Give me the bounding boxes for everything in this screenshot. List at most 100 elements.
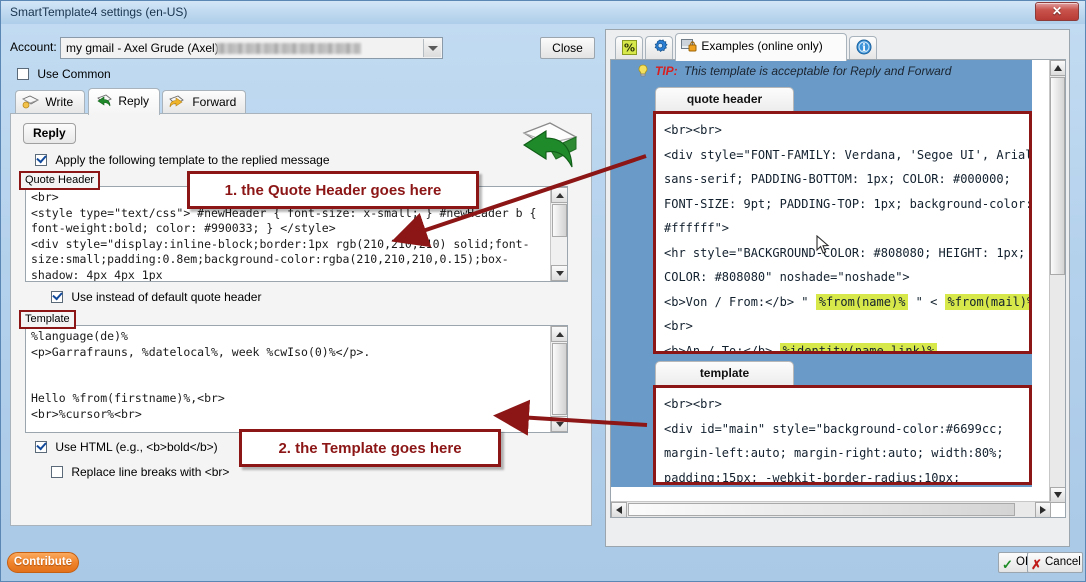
info-icon: i <box>856 39 872 55</box>
tab-reply-label: Reply <box>118 94 150 108</box>
replace-breaks-label: Replace line breaks with <br> <box>71 465 230 479</box>
tab-examples[interactable]: Examples (online only) <box>675 33 847 61</box>
apply-template-checkbox[interactable] <box>35 154 47 166</box>
preview-content: TIP: This template is acceptable for Rep… <box>611 60 1032 487</box>
code-line: FONT-SIZE: 9pt; PADDING-TOP: 1px; backgr… <box>664 196 1032 211</box>
account-dropdown[interactable]: my gmail - Axel Grude (Axel) <box>60 37 443 59</box>
template-code: %language(de)% <p>Garrafrauns, %dateloca… <box>31 329 371 421</box>
write-envelope-icon <box>22 94 39 109</box>
percent-variables-icon: % <box>622 40 637 55</box>
apply-template-checkbox-row[interactable]: Apply the following template to the repl… <box>35 153 330 167</box>
quote-header-field-tag: Quote Header <box>19 171 101 190</box>
tab-info[interactable]: i <box>849 36 877 60</box>
tip-label: TIP: <box>655 64 678 78</box>
check-icon: ✓ <box>1002 557 1013 572</box>
code-line: <div id="main" style="background-color:#… <box>664 421 1004 436</box>
scroll-down-icon[interactable] <box>551 265 567 281</box>
code-line: <div style="FONT-FAMILY: Verdana, 'Segoe… <box>664 147 1032 162</box>
scroll-up-icon[interactable] <box>551 187 567 203</box>
callout-quote-header: 1. the Quote Header goes here <box>187 171 479 209</box>
scroll-left-icon[interactable] <box>611 502 627 517</box>
window-close-button[interactable]: ✕ <box>1035 2 1079 21</box>
scrollbar-thumb[interactable] <box>552 343 567 415</box>
tab-variables[interactable]: % <box>615 36 643 60</box>
svg-text:%: % <box>624 42 635 55</box>
blue-gear-icon <box>652 39 668 55</box>
scrollbar-thumb[interactable] <box>1050 77 1065 275</box>
tab-examples-label: Examples (online only) <box>701 39 823 53</box>
scroll-down-icon[interactable] <box>551 416 567 432</box>
code-line: margin-left:auto; margin-right:auto; wid… <box>664 446 1004 460</box>
code-line: <b>Von / From:</b> " %from(name)% " < %f… <box>664 290 1029 315</box>
chevron-down-icon[interactable] <box>423 39 441 57</box>
tab-write-label: Write <box>45 95 74 109</box>
dialog-button-bar: Contribute ✓ OK ✗ Cancel <box>1 548 1085 581</box>
use-instead-checkbox[interactable] <box>51 291 63 303</box>
template-variable-token: %from(mail)% <box>944 293 1029 310</box>
scrollbar-thumb[interactable] <box>552 204 567 237</box>
preview-horizontal-scrollbar[interactable] <box>611 501 1051 517</box>
tip-row: TIP: This template is acceptable for Rep… <box>637 64 1032 80</box>
close-icon: ✕ <box>1051 4 1063 18</box>
mouse-cursor <box>816 234 830 258</box>
redacted-email-region <box>216 43 361 54</box>
forward-arrow-icon <box>169 94 186 108</box>
scroll-up-icon[interactable] <box>1050 60 1065 76</box>
code-line: <b>An / To:</b> %identity(name.link)% <box>664 339 1025 351</box>
use-common-checkbox-row[interactable]: Use Common <box>17 67 111 81</box>
code-line: <hr style="BACKGROUND-COLOR: #808080; HE… <box>664 245 1026 260</box>
window-title: SmartTemplate4 settings (en-US) <box>10 5 188 19</box>
replace-breaks-checkbox-row[interactable]: Replace line breaks with <br> <box>51 465 229 479</box>
lightbulb-icon <box>637 64 649 78</box>
scroll-down-icon[interactable] <box>1050 487 1065 503</box>
preview-template-label: template <box>655 361 794 385</box>
preview-panel: % Examples (online only) i TIP: This tem… <box>605 29 1070 547</box>
preview-template-lines: <br><br> <div id="main" style="background… <box>664 392 1025 485</box>
template-field-tag: Template <box>19 310 76 329</box>
code-line: sans-serif; PADDING-BOTTOM: 1px; COLOR: … <box>664 172 1011 186</box>
close-button[interactable]: Close <box>540 37 595 59</box>
code-line: padding:15px; -webkit-border-radius:10px… <box>664 470 961 485</box>
preview-tab-strip: % Examples (online only) i <box>609 33 1067 61</box>
template-variable-token: %from(name)% <box>815 293 909 310</box>
scrollbar-thumb[interactable] <box>628 503 1015 516</box>
code-line: #ffffff"> <box>664 221 730 235</box>
tab-strip: Write Reply Forward <box>10 88 592 115</box>
use-instead-label: Use instead of default quote header <box>71 290 262 304</box>
reply-section-chip[interactable]: Reply <box>23 123 76 144</box>
use-html-checkbox[interactable] <box>35 441 47 453</box>
tab-write[interactable]: Write <box>15 90 85 114</box>
preview-vertical-scrollbar[interactable] <box>1049 60 1065 503</box>
use-common-label: Use Common <box>37 67 111 81</box>
use-instead-checkbox-row[interactable]: Use instead of default quote header <box>51 290 261 304</box>
cross-icon: ✗ <box>1031 557 1042 572</box>
scroll-up-icon[interactable] <box>551 326 567 342</box>
settings-window: SmartTemplate4 settings (en-US) ✕ Accoun… <box>0 0 1086 582</box>
tab-reply[interactable]: Reply <box>88 88 160 115</box>
template-textarea[interactable]: %language(de)% <p>Garrafrauns, %dateloca… <box>25 325 568 433</box>
cancel-button[interactable]: ✗ Cancel <box>1027 552 1083 573</box>
reply-arrow-icon <box>95 92 112 107</box>
scroll-right-icon[interactable] <box>1035 502 1051 517</box>
quote-header-scrollbar[interactable] <box>550 187 567 281</box>
preview-quote-header-lines: <br><br> <div style="FONT-FAMILY: Verdana… <box>664 118 1032 351</box>
use-html-checkbox-row[interactable]: Use HTML (e.g., <b>bold</b>) <box>35 440 218 454</box>
examples-lock-icon <box>681 39 701 53</box>
preview-template-code: <br><br> <div id="main" style="background… <box>653 385 1032 485</box>
template-scrollbar[interactable] <box>550 326 567 432</box>
contribute-button[interactable]: Contribute <box>7 552 79 573</box>
left-column: Account: my gmail - Axel Grude (Axel) Cl… <box>1 24 601 550</box>
replace-breaks-checkbox[interactable] <box>51 466 63 478</box>
tab-settings[interactable] <box>645 36 673 60</box>
code-line: COLOR: #808080" noshade="noshade"> <box>664 270 910 284</box>
use-common-checkbox[interactable] <box>17 68 29 80</box>
apply-template-label: Apply the following template to the repl… <box>55 153 330 167</box>
tab-forward-label: Forward <box>192 95 237 109</box>
tab-forward[interactable]: Forward <box>162 90 246 114</box>
svg-text:i: i <box>862 43 866 54</box>
code-line: <br> <box>664 319 693 333</box>
preview-quote-header-label: quote header <box>655 87 794 111</box>
account-label: Account: <box>10 40 57 54</box>
use-html-label: Use HTML (e.g., <b>bold</b>) <box>55 440 218 454</box>
preview-quote-header-code: <br><br> <div style="FONT-FAMILY: Verdana… <box>653 111 1032 354</box>
